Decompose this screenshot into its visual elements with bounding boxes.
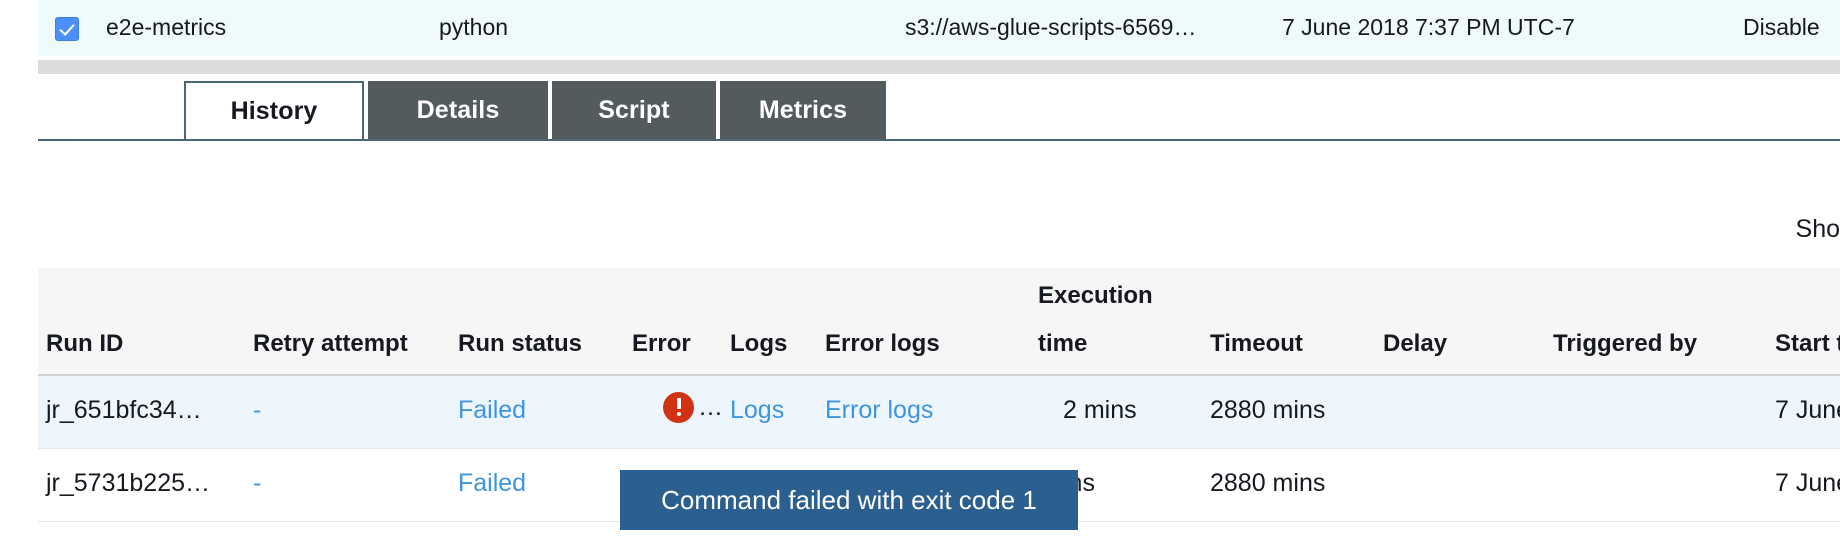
column-header-triggered-by[interactable]: Triggered by — [1553, 330, 1697, 358]
column-header-logs[interactable]: Logs — [730, 330, 787, 358]
column-header-error[interactable]: Error — [632, 330, 691, 358]
job-last-modified-cell: 7 June 2018 7:37 PM UTC-7 — [1282, 14, 1575, 41]
column-header-execution-time-line1[interactable]: Execution — [1038, 282, 1153, 310]
column-header-delay[interactable]: Delay — [1383, 330, 1447, 358]
tab-metrics[interactable]: Metrics — [720, 81, 886, 139]
column-header-start-time[interactable]: Start tim — [1775, 330, 1840, 358]
cell-run-id: jr_651bfc34… — [46, 396, 202, 425]
job-type-cell: python — [439, 14, 508, 41]
job-name-cell[interactable]: e2e-metrics — [106, 14, 226, 41]
tab-script[interactable]: Script — [552, 81, 716, 139]
job-schedule-cell: Disable — [1743, 14, 1820, 41]
cell-retry-attempt: - — [253, 469, 261, 498]
column-header-run-status[interactable]: Run status — [458, 330, 582, 358]
cell-run-status[interactable]: Failed — [458, 469, 526, 498]
tab-bar: History Details Script Metrics — [0, 81, 1840, 141]
section-divider — [38, 60, 1840, 74]
column-header-retry-attempt[interactable]: Retry attempt — [253, 330, 408, 358]
tab-details[interactable]: Details — [368, 81, 548, 139]
cell-error-text: … — [698, 392, 723, 423]
column-header-timeout[interactable]: Timeout — [1210, 330, 1303, 358]
column-header-run-id[interactable]: Run ID — [46, 330, 123, 358]
job-script-location-cell: s3://aws-glue-scripts-6569… — [905, 14, 1196, 41]
cell-error-logs-link[interactable]: Error logs — [825, 396, 933, 425]
cell-start-time: 7 June 2 — [1775, 469, 1840, 498]
error-tooltip: Command failed with exit code 1 — [620, 470, 1078, 530]
cell-logs-link[interactable]: Logs — [730, 396, 784, 425]
job-select-checkbox[interactable] — [55, 17, 79, 41]
cell-execution-time: 2 mins — [1063, 396, 1137, 425]
show-columns-link[interactable]: Sho — [1796, 215, 1840, 244]
cell-timeout: 2880 mins — [1210, 469, 1325, 498]
error-circle-icon[interactable] — [663, 392, 694, 423]
selected-job-row[interactable]: e2e-metrics python s3://aws-glue-scripts… — [38, 0, 1840, 56]
column-header-execution-time-line2[interactable]: time — [1038, 330, 1087, 358]
cell-run-status[interactable]: Failed — [458, 396, 526, 425]
cell-start-time: 7 June 2 — [1775, 396, 1840, 425]
cell-run-id: jr_5731b225… — [46, 469, 210, 498]
cell-timeout: 2880 mins — [1210, 396, 1325, 425]
cell-retry-attempt: - — [253, 396, 261, 425]
tab-history[interactable]: History — [184, 81, 364, 139]
tab-bar-baseline — [38, 139, 1840, 141]
column-header-error-logs[interactable]: Error logs — [825, 330, 940, 358]
table-row[interactable]: jr_651bfc34… - Failed … Logs Error logs … — [38, 376, 1840, 449]
cell-error[interactable]: … — [663, 392, 723, 423]
table-header-row: Run ID Retry attempt Run status Error Lo… — [38, 268, 1840, 376]
